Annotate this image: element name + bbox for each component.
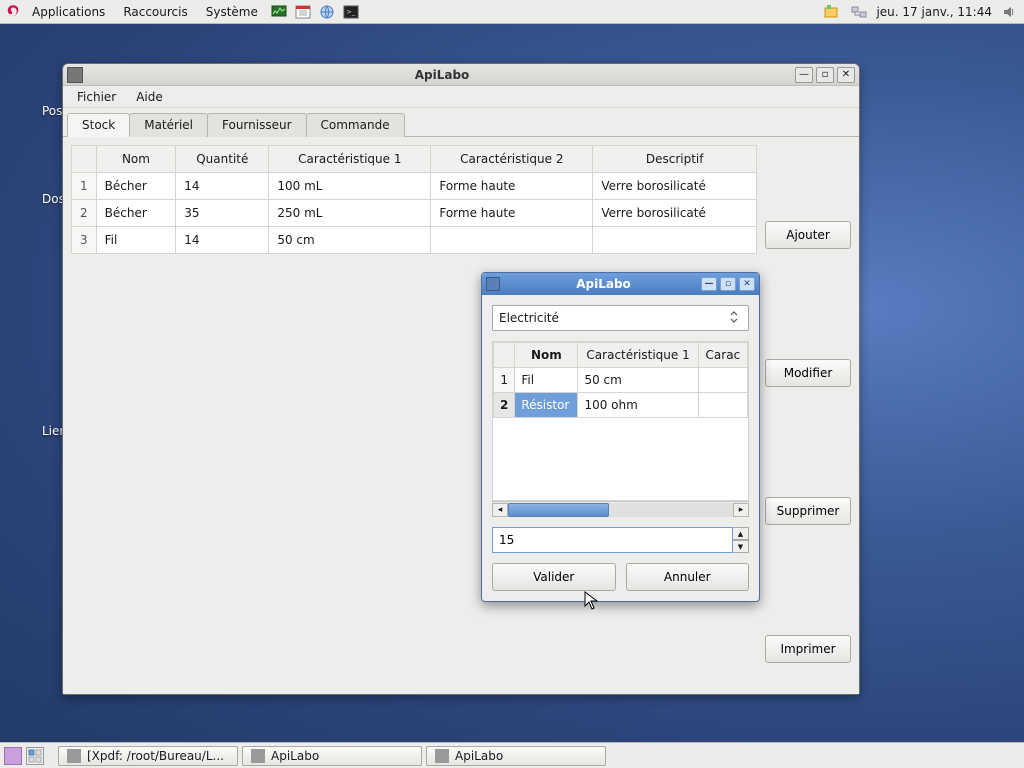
tab-stock[interactable]: Stock bbox=[67, 113, 130, 137]
col-carac1[interactable]: Caractéristique 1 bbox=[578, 343, 698, 368]
quantity-spinbox[interactable]: ▲ ▼ bbox=[492, 527, 749, 553]
desktop-icon-label: Pos bbox=[42, 104, 62, 118]
table-row[interactable]: 1Bécher14100 mLForme hauteVerre borosili… bbox=[72, 173, 757, 200]
launcher-calendar-icon[interactable] bbox=[293, 3, 313, 21]
col-quantite[interactable]: Quantité bbox=[176, 146, 269, 173]
combobox-value: Electricité bbox=[499, 311, 559, 325]
app-icon bbox=[251, 749, 265, 763]
table-row[interactable]: 2Résistor100 ohm bbox=[494, 393, 748, 418]
menu-applications[interactable]: Applications bbox=[24, 3, 113, 21]
titlebar[interactable]: ApiLabo — ▫ ✕ bbox=[63, 64, 859, 86]
spin-down-button[interactable]: ▼ bbox=[733, 540, 749, 553]
spin-up-button[interactable]: ▲ bbox=[733, 527, 749, 540]
col-carac2[interactable]: Carac bbox=[698, 343, 747, 368]
taskbar-item-xpdf[interactable]: [Xpdf: /root/Bureau/L... bbox=[58, 746, 238, 766]
launcher-browser-icon[interactable] bbox=[317, 3, 337, 21]
taskbar-label: ApiLabo bbox=[271, 749, 319, 763]
taskbar-label: ApiLabo bbox=[455, 749, 503, 763]
window-app-icon bbox=[67, 67, 83, 83]
category-combobox[interactable]: Electricité bbox=[492, 305, 749, 331]
svg-text:>_: >_ bbox=[346, 8, 356, 16]
dialog-title: ApiLabo bbox=[506, 277, 701, 291]
col-nom[interactable]: Nom bbox=[515, 343, 578, 368]
col-carac1[interactable]: Caractéristique 1 bbox=[269, 146, 431, 173]
top-panel: Applications Raccourcis Système >_ jeu. … bbox=[0, 0, 1024, 24]
close-button[interactable]: ✕ bbox=[837, 67, 855, 83]
col-carac2[interactable]: Caractéristique 2 bbox=[431, 146, 593, 173]
dialog-maximize-button[interactable]: ▫ bbox=[720, 277, 736, 291]
window-title: ApiLabo bbox=[89, 68, 795, 82]
dialog-app-icon bbox=[486, 277, 500, 291]
menubar: Fichier Aide bbox=[63, 86, 859, 108]
taskbar-item-apilabo-1[interactable]: ApiLabo bbox=[242, 746, 422, 766]
app-icon bbox=[67, 749, 81, 763]
item-picker-table[interactable]: Nom Caractéristique 1 Carac 1Fil50 cm2Ré… bbox=[492, 341, 749, 501]
table-row[interactable]: 2Bécher35250 mLForme hauteVerre borosili… bbox=[72, 200, 757, 227]
tray-network-icon[interactable] bbox=[849, 3, 869, 21]
debian-logo-icon bbox=[4, 3, 22, 21]
chevron-updown-icon bbox=[726, 310, 742, 327]
volume-icon[interactable] bbox=[999, 3, 1019, 21]
add-dialog: ApiLabo — ▫ ✕ Electricité Nom Caractéris… bbox=[481, 272, 760, 602]
col-nom[interactable]: Nom bbox=[96, 146, 176, 173]
cancel-button[interactable]: Annuler bbox=[626, 563, 750, 591]
col-rownum[interactable] bbox=[72, 146, 97, 173]
clock[interactable]: jeu. 17 janv., 11:44 bbox=[876, 5, 992, 19]
minimize-button[interactable]: — bbox=[795, 67, 813, 83]
dialog-minimize-button[interactable]: — bbox=[701, 277, 717, 291]
horizontal-scrollbar[interactable]: ◂ ▸ bbox=[492, 501, 749, 517]
launcher-terminal-icon[interactable]: >_ bbox=[341, 3, 361, 21]
menu-aide[interactable]: Aide bbox=[128, 88, 171, 106]
taskbar-label: [Xpdf: /root/Bureau/L... bbox=[87, 749, 224, 763]
delete-button[interactable]: Supprimer bbox=[765, 497, 851, 525]
dialog-close-button[interactable]: ✕ bbox=[739, 277, 755, 291]
print-button[interactable]: Imprimer bbox=[765, 635, 851, 663]
tab-commande[interactable]: Commande bbox=[306, 113, 405, 137]
menu-raccourcis[interactable]: Raccourcis bbox=[115, 3, 195, 21]
col-rownum[interactable] bbox=[494, 343, 515, 368]
quantity-input[interactable] bbox=[492, 527, 733, 553]
table-row[interactable]: 3Fil1450 cm bbox=[72, 227, 757, 254]
add-button[interactable]: Ajouter bbox=[765, 221, 851, 249]
dialog-titlebar[interactable]: ApiLabo — ▫ ✕ bbox=[482, 273, 759, 295]
show-desktop-button[interactable] bbox=[4, 747, 22, 765]
launcher-monitor-icon[interactable] bbox=[269, 3, 289, 21]
tab-fournisseur[interactable]: Fournisseur bbox=[207, 113, 307, 137]
tab-materiel[interactable]: Matériel bbox=[129, 113, 208, 137]
scroll-right-button[interactable]: ▸ bbox=[733, 503, 749, 517]
maximize-button[interactable]: ▫ bbox=[816, 67, 834, 83]
taskbar-item-apilabo-2[interactable]: ApiLabo bbox=[426, 746, 606, 766]
col-descriptif[interactable]: Descriptif bbox=[593, 146, 757, 173]
scroll-left-button[interactable]: ◂ bbox=[492, 503, 508, 517]
tray-app-icon[interactable] bbox=[821, 3, 841, 21]
bottom-panel: [Xpdf: /root/Bureau/L... ApiLabo ApiLabo bbox=[0, 742, 1024, 768]
menu-fichier[interactable]: Fichier bbox=[69, 88, 124, 106]
tabbar: Stock Matériel Fournisseur Commande bbox=[63, 108, 859, 137]
workspace-switcher[interactable] bbox=[26, 747, 44, 765]
edit-button[interactable]: Modifier bbox=[765, 359, 851, 387]
menu-systeme[interactable]: Système bbox=[198, 3, 266, 21]
app-icon bbox=[435, 749, 449, 763]
validate-button[interactable]: Valider bbox=[492, 563, 616, 591]
scrollbar-thumb[interactable] bbox=[508, 503, 609, 517]
table-row[interactable]: 1Fil50 cm bbox=[494, 368, 748, 393]
